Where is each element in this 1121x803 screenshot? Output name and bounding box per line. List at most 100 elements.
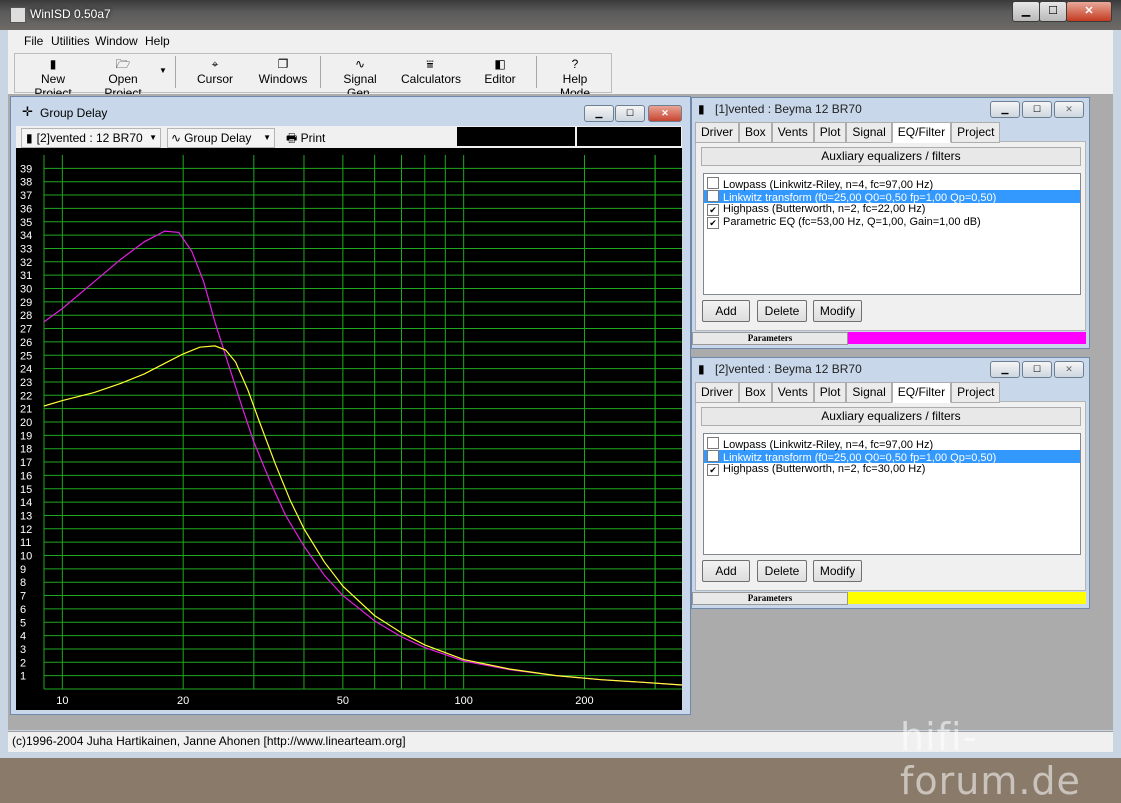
cursor-label: Cursor — [196, 72, 233, 86]
open-project-dropdown-icon[interactable]: ▼ — [159, 66, 167, 75]
question-icon: ? — [571, 57, 579, 71]
y-tick-label: 39 — [20, 163, 32, 175]
v1-minimize-button[interactable]: ▁ — [990, 101, 1020, 118]
delete-button[interactable]: Delete — [757, 560, 807, 582]
menu-help[interactable]: Help — [145, 34, 170, 48]
tab-box[interactable]: Box — [739, 382, 772, 403]
tab-plot[interactable]: Plot — [813, 122, 847, 143]
menu-utilities[interactable]: Utilities — [51, 34, 90, 48]
folder-icon: 🗁 — [115, 57, 131, 71]
add-button[interactable]: Add — [702, 560, 750, 582]
v2-filter-list[interactable]: Lowpass (Linkwitz-Riley, n=4, fc=97,00 H… — [703, 433, 1081, 555]
tab-signal[interactable]: Signal — [846, 382, 892, 403]
filter-item-lowpass[interactable]: Lowpass (Linkwitz-Riley, n=4, fc=97,00 H… — [704, 177, 1080, 191]
checkbox[interactable] — [707, 437, 719, 449]
v2-maximize-button[interactable]: ☐ — [1022, 361, 1052, 378]
series-color-swatch[interactable] — [848, 592, 1086, 604]
tab-vents[interactable]: Vents — [771, 122, 814, 143]
plot-type-value: Group Delay — [184, 131, 252, 145]
tab-project[interactable]: Project — [951, 382, 1001, 403]
modify-button[interactable]: Modify — [813, 560, 862, 582]
cursor-button[interactable]: ⌖ Cursor — [195, 56, 235, 86]
tab-driver[interactable]: Driver — [695, 122, 739, 143]
new-project-icon: ▮ — [49, 57, 57, 71]
vented1-title: [1]vented : Beyma 12 BR70 — [715, 102, 862, 116]
filter-item-highpass[interactable]: ✔ Highpass (Butterworth, n=2, fc=30,00 Hz… — [704, 463, 1080, 476]
printer-icon: 🖶 — [286, 131, 298, 145]
checkbox[interactable] — [707, 177, 719, 189]
tab-vents[interactable]: Vents — [771, 382, 814, 403]
checkbox[interactable]: ✔ — [707, 464, 719, 476]
tab-eq-filter[interactable]: EQ/Filter — [891, 122, 952, 143]
add-button[interactable]: Add — [702, 300, 750, 322]
tab-signal[interactable]: Signal — [846, 122, 892, 143]
tab-plot[interactable]: Plot — [813, 382, 847, 403]
close-button[interactable]: ✕ — [1066, 1, 1112, 22]
crosshair-icon: ✛ — [22, 104, 33, 119]
aux-filters-button[interactable]: Auxliary equalizers / filters — [701, 407, 1081, 426]
print-label: Print — [300, 131, 326, 145]
v2-tab-bar: Driver Box Vents Plot Signal EQ/Filter Project — [695, 382, 1001, 403]
y-tick-label: 35 — [20, 217, 32, 229]
checkbox[interactable] — [707, 190, 719, 202]
y-tick-label: 31 — [20, 270, 32, 282]
v2-close-button[interactable]: ✕ — [1054, 361, 1084, 378]
filter-item-lowpass[interactable]: Lowpass (Linkwitz-Riley, n=4, fc=97,00 H… — [704, 437, 1080, 451]
v2-minimize-button[interactable]: ▁ — [990, 361, 1020, 378]
editor-button[interactable]: ◧ Editor — [482, 56, 518, 86]
group-delay-plot[interactable]: 1 2 3 4 5 6 7 8 9 10 11 12 13 14 15 16 17 18 19 20 21 22 23 24 2… — [16, 148, 683, 710]
y-tick-label: 4 — [20, 631, 26, 643]
tab-project[interactable]: Project — [951, 122, 1001, 143]
gd-close-button[interactable]: ✕ — [648, 105, 682, 122]
v1-filter-list[interactable]: Lowpass (Linkwitz-Riley, n=4, fc=97,00 H… — [703, 173, 1081, 295]
checkbox[interactable]: ✔ — [707, 204, 719, 216]
chevron-down-icon: ▼ — [149, 133, 157, 142]
minimize-button[interactable]: ▁ — [1012, 1, 1040, 22]
project-select[interactable]: ▮ [2]vented : 12 BR70 ▼ — [21, 128, 161, 148]
tab-eq-filter[interactable]: EQ/Filter — [891, 382, 952, 403]
filter-item-highpass[interactable]: ✔ Highpass (Butterworth, n=2, fc=22,00 Hz… — [704, 203, 1080, 216]
filter-item-linkwitz[interactable]: Linkwitz transform (f0=25,00 Q0=0,50 fp=… — [704, 450, 1080, 464]
toolbar-separator — [320, 56, 321, 88]
gd-minimize-button[interactable]: ▁ — [584, 105, 614, 122]
group-delay-title: Group Delay — [40, 106, 108, 120]
v1-maximize-button[interactable]: ☐ — [1022, 101, 1052, 118]
y-tick-label: 3 — [20, 644, 26, 656]
modify-button[interactable]: Modify — [813, 300, 862, 322]
y-tick-label: 36 — [20, 203, 32, 215]
menu-window[interactable]: Window — [95, 34, 138, 48]
calculator-icon: ⩸ — [426, 57, 434, 71]
status-text: (c)1996-2004 Juha Hartikainen, Janne Aho… — [12, 734, 406, 748]
checkbox[interactable] — [707, 450, 719, 462]
plot-type-select[interactable]: ∿ Group Delay ▼ — [167, 128, 275, 148]
filter-item-linkwitz[interactable]: Linkwitz transform (f0=25,00 Q0=0,50 fp=… — [704, 190, 1080, 204]
menu-file[interactable]: File — [24, 34, 43, 48]
y-tick-label: 2 — [20, 657, 26, 669]
filter-item-parametric-eq[interactable]: ✔ Parametric EQ (fc=53,00 Hz, Q=1,00, Gai… — [704, 216, 1080, 229]
y-tick-label: 6 — [20, 604, 26, 616]
y-tick-label: 32 — [20, 257, 32, 269]
y-tick-label: 11 — [20, 537, 31, 549]
cursor-icon: ⌖ — [211, 57, 219, 71]
y-tick-label: 10 — [20, 551, 32, 563]
v1-close-button[interactable]: ✕ — [1054, 101, 1084, 118]
app-title: WinISD 0.50a7 — [30, 7, 111, 21]
y-tick-label: 1 — [20, 671, 26, 683]
x-tick-label: 200 — [575, 695, 593, 707]
tab-driver[interactable]: Driver — [695, 382, 739, 403]
print-button[interactable]: 🖶 Print — [286, 129, 325, 150]
tab-box[interactable]: Box — [739, 122, 772, 143]
series-color-swatch[interactable] — [848, 332, 1086, 344]
y-tick-label: 30 — [20, 284, 32, 296]
calculators-label: Calculators — [401, 72, 462, 86]
gd-maximize-button[interactable]: ☐ — [615, 105, 645, 122]
aux-filters-button[interactable]: Auxliary equalizers / filters — [701, 147, 1081, 166]
y-tick-label: 33 — [20, 243, 32, 255]
watermark: hifi-forum.de — [900, 715, 1081, 803]
calculators-button[interactable]: ⩸ Calculators — [401, 56, 462, 86]
windows-button[interactable]: ❐ Windows — [258, 56, 308, 86]
checkbox[interactable]: ✔ — [707, 217, 719, 229]
maximize-button[interactable]: ☐ — [1039, 1, 1067, 22]
delete-button[interactable]: Delete — [757, 300, 807, 322]
windows-icon: ❐ — [277, 57, 289, 71]
